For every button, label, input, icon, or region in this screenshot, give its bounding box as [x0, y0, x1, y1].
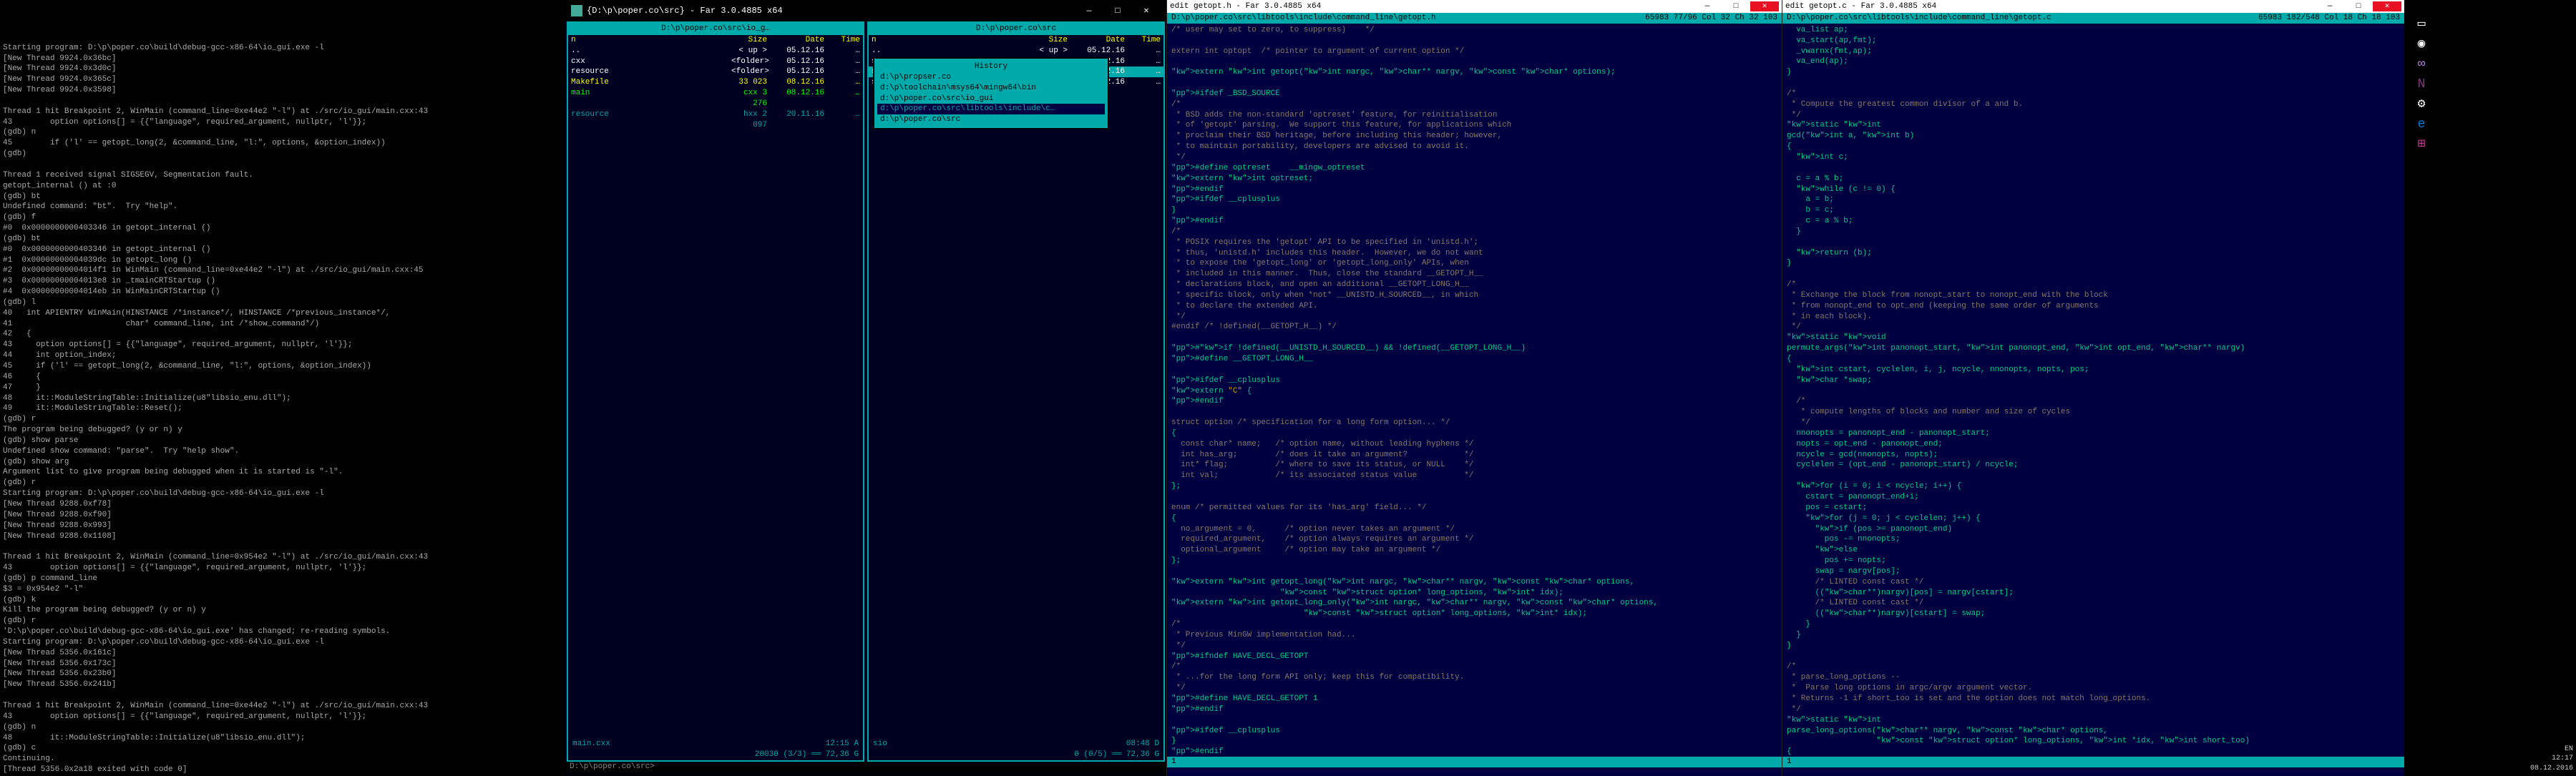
system-side-icons: ▭◉∞N⚙e⊞ EN 12:17 08.12.2016 — [2404, 0, 2439, 776]
folder-history-popup[interactable]: History d:\p\propser.cod:\p\toolchain\ms… — [873, 57, 1109, 129]
right-column-headers: n Size Date Time — [869, 35, 1163, 46]
system-clock[interactable]: EN 12:17 08.12.2016 — [2530, 745, 2573, 774]
left-status-file: main.cxx 12:15 A — [568, 739, 863, 750]
minimize-button[interactable]: — — [2316, 1, 2344, 12]
left-status-summary: 20030 (3/3) ══ 72,36 G — [568, 750, 863, 760]
history-item[interactable]: d:\p\propser.co — [877, 72, 1105, 83]
far-right-panel[interactable]: D:\p\poper.co\src n Size Date Time ..< u… — [867, 21, 1165, 762]
minimize-button[interactable]: — — [1075, 5, 1103, 16]
file-row[interactable]: ..< up >05.12.16… — [869, 46, 1163, 57]
history-title: History — [877, 62, 1105, 72]
editor1-body[interactable]: /* user may set to zero, to suppress) */… — [1167, 24, 1782, 757]
right-panel-path: D:\p\poper.co\src — [869, 23, 1163, 35]
editor2-footer: 1 — [1782, 757, 2404, 767]
history-item[interactable]: d:\p\poper.co\src — [877, 114, 1105, 125]
editor2-title: edit getopt.c - Far 3.0.4885 x64 — [1785, 1, 1936, 12]
far-command-prompt[interactable]: D:\p\poper.co\src> — [565, 762, 1166, 772]
editor2-titlebar[interactable]: edit getopt.c - Far 3.0.4885 x64 — □ ✕ — [1782, 0, 2404, 13]
store-icon[interactable]: ⊞ — [2411, 134, 2431, 154]
action-center-icon[interactable]: ▭ — [2411, 14, 2431, 34]
settings-icon[interactable]: ⚙ — [2411, 94, 2431, 114]
maximize-button[interactable]: □ — [1722, 1, 1750, 12]
file-row[interactable]: ..< up >05.12.16… — [568, 46, 863, 57]
visualstudio-icon[interactable]: ∞ — [2411, 54, 2431, 74]
file-row[interactable]: resource<folder>05.12.16… — [568, 67, 863, 77]
edge-icon[interactable]: e — [2411, 114, 2431, 134]
far-left-panel[interactable]: D:\p\poper.co\src\io_g… n Size Date Time… — [567, 21, 864, 762]
left-column-headers: n Size Date Time — [568, 35, 863, 46]
editor1-footer: 1 — [1167, 757, 1782, 767]
minimize-button[interactable]: — — [1693, 1, 1722, 12]
editor-getopt-h: edit getopt.h - Far 3.0.4885 x64 — □ ✕ D… — [1166, 0, 1782, 776]
close-button[interactable]: ✕ — [1750, 1, 1779, 12]
far-title: {D:\p\poper.co\src} - Far 3.0.4885 x64 — [587, 5, 783, 16]
far-app-icon — [571, 5, 582, 16]
history-item[interactable]: d:\p\poper.co\src\io_gui — [877, 94, 1105, 104]
close-button[interactable]: ✕ — [1132, 5, 1161, 16]
far-titlebar[interactable]: {D:\p\poper.co\src} - Far 3.0.4885 x64 —… — [565, 0, 1166, 21]
gdb-terminal[interactable]: Starting program: D:\p\poper.co\build\de… — [0, 0, 565, 776]
editor2-body[interactable]: va_list ap; va_start(ap,fmt); _vwarnx(fm… — [1782, 24, 2404, 757]
file-row[interactable]: resourcehxx 2 09720.11.16… — [568, 109, 863, 131]
editor1-titlebar[interactable]: edit getopt.h - Far 3.0.4885 x64 — □ ✕ — [1167, 0, 1782, 13]
maximize-button[interactable]: □ — [1103, 5, 1132, 16]
history-item[interactable]: d:\p\poper.co\src\libtools\include\c… — [877, 104, 1105, 114]
history-item[interactable]: d:\p\toolchain\msys64\mingw64\bin — [877, 83, 1105, 94]
right-status-summary: 0 (0/5) ══ 72,36 G — [869, 750, 1163, 760]
location-icon[interactable]: ◉ — [2411, 34, 2431, 54]
editor-getopt-c: edit getopt.c - Far 3.0.4885 x64 — □ ✕ D… — [1782, 0, 2404, 776]
file-row[interactable]: Makefile33 02308.12.16… — [568, 77, 863, 88]
editor1-title: edit getopt.h - Far 3.0.4885 x64 — [1170, 1, 1321, 12]
editor1-header: D:\p\poper.co\src\libtools\include\comma… — [1167, 13, 1782, 24]
far-manager-window: {D:\p\poper.co\src} - Far 3.0.4885 x64 —… — [565, 0, 1166, 776]
left-panel-path: D:\p\poper.co\src\io_g… — [568, 23, 863, 35]
close-button[interactable]: ✕ — [2373, 1, 2401, 12]
right-status-file: sio 08:48 D — [869, 739, 1163, 750]
onenote-icon[interactable]: N — [2411, 74, 2431, 94]
file-row[interactable]: cxx<folder>05.12.16… — [568, 57, 863, 67]
editor2-header: D:\p\poper.co\src\libtools\include\comma… — [1782, 13, 2404, 24]
file-row[interactable]: maincxx 3 27608.12.16… — [568, 88, 863, 109]
maximize-button[interactable]: □ — [2344, 1, 2373, 12]
